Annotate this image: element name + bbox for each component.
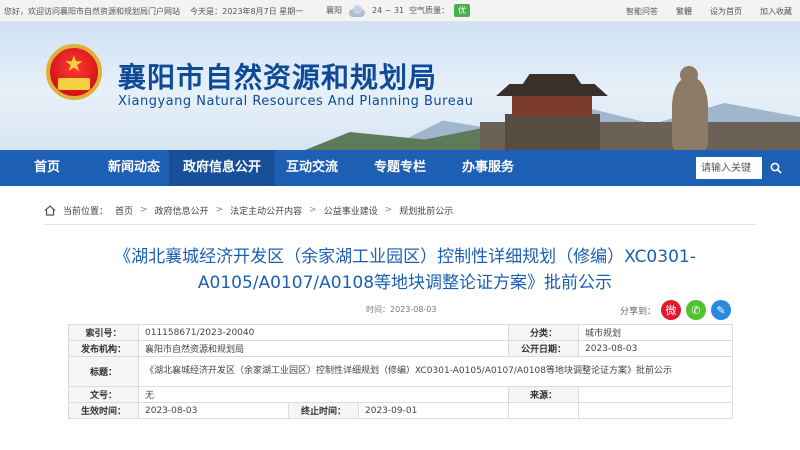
header-banner: 襄阳市自然资源和规划局 Xiangyang Natural Resources … xyxy=(0,22,800,150)
article-title: 《湖北襄城经济开发区（余家湖工业园区）控制性详细规划（修编）XC0301-A01… xyxy=(114,247,696,293)
effective-value: 2023-08-03 xyxy=(138,402,289,419)
wechat-share-icon[interactable]: ✆ xyxy=(686,300,707,320)
national-emblem-logo[interactable] xyxy=(46,44,102,100)
breadcrumb-separator: > xyxy=(215,205,224,215)
gate-tower-base xyxy=(505,114,600,150)
breadcrumb-statutory[interactable]: 法定主动公开内容 xyxy=(230,204,302,217)
publish-time: 时间：2023-08-03 xyxy=(366,305,437,314)
nav-services[interactable]: 办事服务 xyxy=(448,150,528,186)
pubdate-label: 公开日期： xyxy=(508,340,579,357)
site-subtitle: Xiangyang Natural Resources And Planning… xyxy=(118,94,474,109)
index-label: 索引号： xyxy=(68,324,139,341)
weather-city: 襄阳 xyxy=(326,6,342,15)
gate-tower-roof-upper xyxy=(520,74,584,88)
publisher-value: 襄阳市自然资源和规划局 xyxy=(138,340,509,357)
end-value: 2023-09-01 xyxy=(358,402,509,419)
table-row: 索引号： 011158671/2023-20040 分类： 城市规划 xyxy=(68,324,733,341)
site-title: 襄阳市自然资源和规划局 xyxy=(118,61,438,94)
home-icon xyxy=(44,204,56,216)
air-quality-badge: 优 xyxy=(454,4,471,17)
nav-gov-info[interactable]: 政府信息公开 xyxy=(169,150,276,186)
category-label: 分类： xyxy=(508,324,579,341)
set-homepage-link[interactable]: 设为首页 xyxy=(710,6,742,17)
air-quality-label: 空气质量： xyxy=(409,6,450,15)
weibo-share-icon[interactable]: 微 xyxy=(661,300,682,320)
breadcrumb-gov-info[interactable]: 政府信息公开 xyxy=(155,204,209,217)
cloud-icon xyxy=(347,4,367,17)
document-metadata-table: 索引号： 011158671/2023-20040 分类： 城市规划 发布机构：… xyxy=(68,324,733,419)
breadcrumb-separator: > xyxy=(309,205,317,215)
table-row: 标题： 《湖北襄城经济开发区（余家湖工业园区）控制性详细规划（修编）XC0301… xyxy=(68,356,733,387)
top-info-bar: 您好，欢迎访问襄阳市自然资源和规划局门户网站 今天是：2023年8月7日 星期一… xyxy=(0,0,800,22)
index-value: 011158671/2023-20040 xyxy=(138,324,509,341)
nav-news[interactable]: 新闻动态 xyxy=(94,150,174,186)
breadcrumb-home[interactable]: 首页 xyxy=(115,204,133,217)
publisher-label: 发布机构： xyxy=(68,340,139,357)
breadcrumb-divider xyxy=(44,224,756,225)
table-row: 生效时间： 2023-08-03 终止时间： 2023-09-01 xyxy=(68,402,733,419)
table-row: 文号： 无 来源： xyxy=(68,386,733,403)
docno-value: 无 xyxy=(138,386,509,403)
title-value: 《湖北襄城经济开发区（余家湖工业园区）控制性详细规划（修编）XC0301-A01… xyxy=(138,356,733,387)
share-bar: 分享到： 微 ✆ ✎ xyxy=(620,300,732,320)
current-date: 今天是：2023年8月7日 星期一 xyxy=(190,7,304,16)
search-icon xyxy=(770,162,782,174)
empty-cell xyxy=(578,402,733,419)
search-input[interactable] xyxy=(696,157,762,179)
source-label: 来源： xyxy=(508,386,579,403)
share-label: 分享到： xyxy=(620,306,657,317)
nav-interaction[interactable]: 互动交流 xyxy=(272,150,352,186)
docno-label: 文号： xyxy=(68,386,139,403)
qzone-share-icon[interactable]: ✎ xyxy=(711,300,732,320)
welcome-message: 您好，欢迎访问襄阳市自然资源和规划局门户网站 xyxy=(4,7,180,16)
breadcrumb-separator: > xyxy=(140,205,148,215)
breadcrumb-label: 当前位置： xyxy=(63,206,109,217)
weather-widget: 襄阳 24 ~ 31 空气质量： 优 xyxy=(326,4,471,17)
breadcrumb-planning-notice[interactable]: 规划批前公示 xyxy=(399,204,453,217)
pubdate-value: 2023-08-03 xyxy=(578,340,733,357)
breadcrumb-public-welfare[interactable]: 公益事业建设 xyxy=(324,204,378,217)
title-label: 标题： xyxy=(68,356,139,387)
category-value: 城市规划 xyxy=(578,324,733,341)
effective-label: 生效时间： xyxy=(68,402,139,419)
source-value xyxy=(578,386,733,403)
table-row: 发布机构： 襄阳市自然资源和规划局 公开日期： 2023-08-03 xyxy=(68,340,733,357)
welcome-text: 您好，欢迎访问襄阳市自然资源和规划局门户网站 今天是：2023年8月7日 星期一 xyxy=(4,6,303,17)
top-links: 智能问答 繁體 设为首页 加入收藏 xyxy=(626,6,792,17)
nav-special-topics[interactable]: 专题专栏 xyxy=(360,150,440,186)
nav-home[interactable]: 首页 xyxy=(20,150,74,186)
statue xyxy=(672,78,708,150)
main-nav: 首页 新闻动态 政府信息公开 互动交流 专题专栏 办事服务 xyxy=(0,150,800,186)
weather-temp: 24 ~ 31 xyxy=(372,6,405,15)
search-button[interactable] xyxy=(762,157,790,179)
smart-qa-link[interactable]: 智能问答 xyxy=(626,6,658,17)
breadcrumb-separator: > xyxy=(384,205,393,215)
traditional-chinese-link[interactable]: 繁體 xyxy=(676,6,692,17)
breadcrumb: 当前位置： 首页 > 政府信息公开 > 法定主动公开内容 > 公益事业建设 > … xyxy=(44,201,756,219)
empty-cell xyxy=(508,402,579,419)
end-label: 终止时间： xyxy=(288,402,359,419)
add-favorite-link[interactable]: 加入收藏 xyxy=(760,6,792,17)
